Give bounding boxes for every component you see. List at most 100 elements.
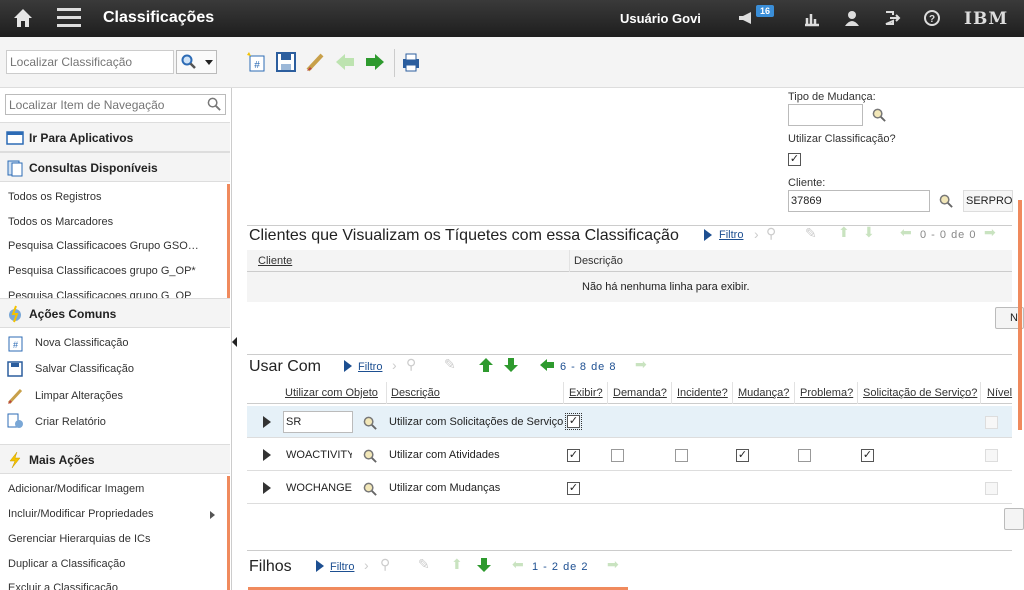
object-value[interactable]: WOACTIVITY [286, 449, 352, 461]
save-icon[interactable] [275, 51, 297, 73]
common-actions-header[interactable]: Ações Comuns [0, 298, 230, 328]
incident-checkbox[interactable] [675, 449, 688, 462]
more-action-item[interactable]: Adicionar/Modificar Imagem [8, 483, 144, 495]
nav-search-input[interactable] [5, 94, 226, 115]
row-description: Utilizar com Mudanças [389, 482, 501, 494]
app-title: Classificações [103, 9, 215, 26]
clients-section-title: Clientes que Visualizam os Tíquetes com … [249, 227, 679, 244]
client-description: SERPRO [963, 190, 1013, 212]
query-item[interactable]: Todos os Registros [8, 191, 102, 203]
menu-icon[interactable] [57, 8, 81, 28]
filter-toggle-icon[interactable] [316, 560, 324, 572]
expand-row-icon[interactable] [263, 449, 271, 461]
main-scrollbar[interactable] [1018, 200, 1022, 430]
action-save-classification[interactable]: Salvar Classificação [35, 363, 134, 375]
more-action-item[interactable]: Gerenciar Hierarquias de ICs [8, 533, 150, 545]
table-row[interactable]: WOACTIVITY Utilizar com Atividades ✓ ✓ ✓ [247, 439, 1012, 471]
column-cliente[interactable]: Cliente [258, 255, 292, 267]
client-input[interactable]: 37869 [788, 190, 930, 212]
lookup-icon[interactable] [363, 482, 378, 497]
more-action-item[interactable]: Incluir/Modificar Propriedades [8, 508, 154, 520]
new-row-button[interactable] [1004, 508, 1024, 530]
profile-icon[interactable] [843, 9, 861, 27]
children-filter-link[interactable]: Filtro [330, 561, 354, 573]
filter-toggle-icon[interactable] [344, 360, 352, 372]
change-checkbox[interactable]: ✓ [736, 449, 749, 462]
bulletin-icon[interactable] [737, 9, 755, 27]
lookup-icon[interactable] [363, 449, 378, 464]
new-record-icon: # [8, 336, 23, 352]
column-demand[interactable]: Demanda? [613, 387, 667, 399]
column-descricao: Descrição [574, 255, 623, 267]
lookup-icon[interactable] [363, 416, 378, 431]
query-item[interactable]: Pesquisa Classificacoes Grupo GSO… [8, 240, 199, 252]
demand-checkbox[interactable] [611, 449, 624, 462]
query-item[interactable]: Pesquisa Classificacoes grupo G_OP* [8, 265, 196, 277]
problem-checkbox[interactable] [798, 449, 811, 462]
collapse-sidebar-icon[interactable] [232, 337, 237, 347]
use-with-paging: 6 - 8 de 8 [560, 361, 617, 373]
column-service-request[interactable]: Solicitação de Serviço? [863, 387, 977, 399]
up-arrow-icon: ⬆ [838, 224, 850, 240]
logout-icon[interactable] [883, 9, 901, 27]
find-classification-input[interactable] [6, 50, 174, 74]
available-queries-label: Consultas Disponíveis [29, 161, 158, 175]
show-checkbox[interactable]: ✓ [565, 413, 582, 430]
goto-applications[interactable]: Ir Para Aplicativos [0, 122, 230, 152]
home-icon[interactable] [12, 7, 34, 29]
clients-filter-link[interactable]: Filtro [719, 229, 743, 241]
lookup-icon[interactable] [939, 194, 954, 209]
clear-changes-icon[interactable] [304, 51, 326, 73]
available-queries-header[interactable]: Consultas Disponíveis [0, 152, 230, 182]
column-description[interactable]: Descrição [391, 387, 440, 399]
column-problem[interactable]: Problema? [800, 387, 853, 399]
column-change[interactable]: Mudança? [738, 387, 789, 399]
use-with-filter-link[interactable]: Filtro [358, 361, 382, 373]
filter-toggle-icon[interactable] [704, 229, 712, 241]
app-toolbar: # [0, 37, 1024, 88]
up-arrow-icon: ⬆ [451, 556, 463, 572]
search-icon[interactable] [207, 97, 222, 112]
show-checkbox[interactable]: ✓ [567, 482, 580, 495]
column-level[interactable]: Nível [987, 387, 1012, 399]
object-input[interactable]: SR [283, 411, 353, 433]
reports-icon[interactable] [803, 9, 821, 27]
service-request-checkbox[interactable]: ✓ [861, 449, 874, 462]
action-clear-changes[interactable]: Limpar Alterações [35, 390, 123, 402]
clients-paging: 0 - 0 de 0 [920, 229, 977, 241]
table-row[interactable]: WOCHANGE Utilizar com Mudanças ✓ [247, 472, 1012, 504]
up-arrow-icon[interactable] [478, 357, 494, 373]
queries-scrollbar[interactable] [227, 184, 230, 298]
previous-page-icon: ⬅ [512, 556, 524, 572]
query-item[interactable]: Todos os Marcadores [8, 216, 113, 228]
more-action-item[interactable]: Excluir a Classificação [8, 582, 118, 590]
more-action-item[interactable]: Duplicar a Classificação [8, 558, 125, 570]
down-arrow-icon[interactable] [476, 557, 492, 573]
print-icon[interactable] [400, 51, 422, 73]
lookup-icon[interactable] [872, 108, 887, 123]
expand-row-icon[interactable] [263, 482, 271, 494]
column-object[interactable]: Utilizar com Objeto [285, 387, 378, 399]
clients-table-header: Cliente Descrição [247, 250, 1012, 272]
more-actions-scrollbar[interactable] [227, 476, 230, 590]
column-show[interactable]: Exibir? [569, 387, 603, 399]
previous-arrow-icon[interactable] [334, 51, 356, 73]
object-value[interactable]: WOCHANGE [286, 482, 352, 494]
expand-row-icon[interactable] [263, 416, 271, 428]
action-create-report[interactable]: Criar Relatório [35, 416, 106, 428]
next-page-icon: ➡ [635, 356, 647, 372]
next-arrow-icon[interactable] [364, 51, 386, 73]
action-new-classification[interactable]: Nova Classificação [35, 337, 129, 349]
more-actions-header[interactable]: Mais Ações [0, 444, 230, 474]
new-record-icon[interactable]: # [246, 51, 268, 73]
column-incident[interactable]: Incidente? [677, 387, 728, 399]
show-checkbox[interactable]: ✓ [567, 449, 580, 462]
search-button[interactable] [176, 50, 217, 74]
user-name[interactable]: Usuário Govi [620, 11, 701, 26]
table-row[interactable]: SR Utilizar com Solicitações de Serviço … [247, 406, 1012, 438]
use-classification-checkbox[interactable]: ✓ [788, 153, 801, 166]
down-arrow-icon[interactable] [503, 357, 519, 373]
previous-page-icon[interactable] [539, 358, 555, 372]
change-type-input[interactable] [788, 104, 863, 126]
help-icon[interactable]: ? [923, 9, 941, 27]
